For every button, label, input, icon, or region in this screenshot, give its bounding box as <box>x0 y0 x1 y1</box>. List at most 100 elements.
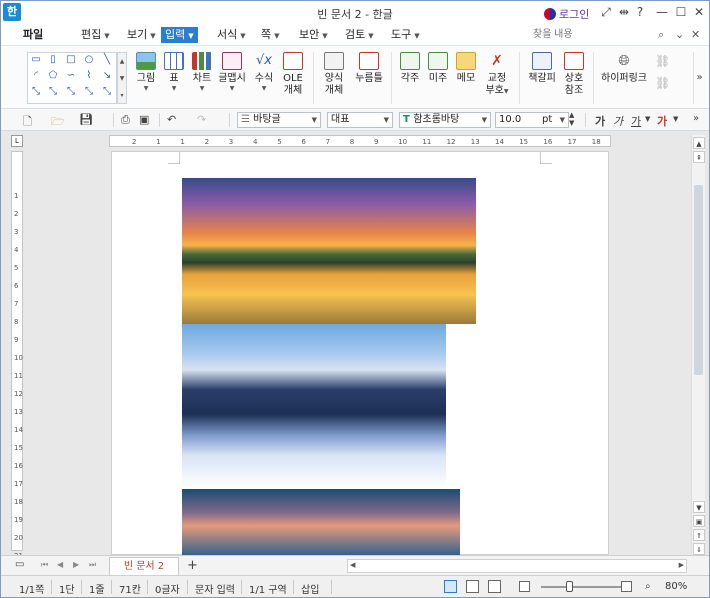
fullscreen-icon[interactable]: ⤢ <box>599 5 613 20</box>
connector-c-icon[interactable]: ⤡ <box>64 86 78 98</box>
chevron-down-icon[interactable]: ▼ <box>645 115 650 123</box>
link-icon[interactable]: ⛓ <box>655 54 670 68</box>
save-icon[interactable]: 💾︎ <box>79 113 93 126</box>
next-page-icon[interactable]: ⇓ <box>693 543 705 555</box>
insert-bookmark-button[interactable]: 책갈피 <box>525 52 559 85</box>
status-insert-mode[interactable]: 삽입 <box>301 581 319 596</box>
next-tab-icon[interactable]: ▶ <box>73 560 79 569</box>
arrow-line-shape-icon[interactable]: ↘ <box>100 70 114 82</box>
connector-b-icon[interactable]: ⤡ <box>46 86 60 98</box>
curve-shape-icon[interactable]: ∽ <box>64 70 78 82</box>
arc-shape-icon[interactable]: ◜ <box>29 70 43 82</box>
textbox-shape-icon[interactable]: ▭ <box>29 54 43 66</box>
line-shape-icon[interactable]: ╲ <box>100 54 114 66</box>
connector-shape-icon[interactable]: ⌇ <box>82 70 96 82</box>
prev-page-icon[interactable]: ⇑ <box>693 529 705 541</box>
horizontal-ruler[interactable]: 2 1 1 2 3 4 5 6 7 8 9 10 11 12 13 14 15 16 17 18 <box>109 135 611 147</box>
insert-chart-button[interactable]: 차트 ▼ <box>189 52 215 93</box>
chevron-down-icon[interactable]: ▼ <box>673 115 678 123</box>
font-select[interactable]: T 함초롬바탕 ▼ <box>399 112 491 128</box>
vertical-scrollbar[interactable]: ▲ ⇞ ▼ ▣ ⇑ ⇓ <box>691 135 705 555</box>
login-button[interactable]: 로그인 <box>544 6 589 22</box>
close-icon[interactable]: ✕ <box>692 5 706 19</box>
connector-e-icon[interactable]: ⤡ <box>100 86 114 98</box>
insert-wordart-button[interactable]: 글맵시 ▼ <box>217 52 247 93</box>
font-size-stepper[interactable]: ▲ ▼ <box>569 111 574 127</box>
menu-security[interactable]: 보안 ▼ <box>295 27 332 43</box>
menu-edit[interactable]: 편집 ▼ <box>77 27 114 43</box>
minimize-icon[interactable]: — <box>655 5 669 19</box>
close-icon[interactable]: ✕ <box>691 28 700 41</box>
preview-icon[interactable]: ▣ <box>139 113 149 126</box>
insert-image-button[interactable]: 그림 ▼ <box>133 52 159 93</box>
pink-clouds-image[interactable] <box>182 489 460 556</box>
connector-a-icon[interactable]: ⤡ <box>29 86 43 98</box>
bold-button[interactable]: 가 <box>595 113 605 129</box>
menu-file[interactable]: 파일 <box>19 27 47 43</box>
proofread-mark-button[interactable]: ✗ 교정 부호▼ <box>481 52 513 97</box>
status-input-mode[interactable]: 문자 입력 <box>195 581 235 596</box>
menu-view[interactable]: 보기 ▼ <box>123 27 160 43</box>
vertical-textbox-shape-icon[interactable]: ▯ <box>46 54 60 66</box>
tab-list-icon[interactable]: ▭ <box>15 559 24 570</box>
vertical-scroll-thumb[interactable] <box>694 185 703 375</box>
connector-d-icon[interactable]: ⤡ <box>82 86 96 98</box>
page-view-icon[interactable]: ▣ <box>693 515 705 527</box>
zoom-slider-track[interactable] <box>541 586 621 588</box>
search-input[interactable] <box>531 27 656 43</box>
last-tab-icon[interactable]: ⏭ <box>89 560 96 570</box>
language-select[interactable]: 대표 ▼ <box>327 112 393 128</box>
toolbar-more-icon[interactable]: » <box>693 113 699 124</box>
snowy-forest-image[interactable] <box>182 324 446 488</box>
menu-format[interactable]: 서식 ▼ <box>213 27 250 43</box>
first-tab-icon[interactable]: ⏮ <box>41 560 48 570</box>
zoom-slider-handle[interactable] <box>566 581 573 592</box>
tab-blank-document-2[interactable]: 빈 문서 2 <box>109 557 179 575</box>
shapes-gallery-scroll[interactable]: ▲ ▼ ▾ <box>117 52 127 104</box>
menu-tools[interactable]: 도구 ▼ <box>387 27 424 43</box>
italic-button[interactable]: 가 <box>613 113 623 129</box>
scroll-up-icon[interactable]: ▲ <box>693 137 705 149</box>
vertical-ruler[interactable]: 123456789101112131415161718192021 <box>11 151 23 560</box>
zoom-level[interactable]: 80% <box>665 581 687 592</box>
zoom-icon[interactable]: ⌕ <box>645 581 651 592</box>
insert-footnote-button[interactable]: 각주 <box>397 52 423 85</box>
ruler-corner-button[interactable]: L <box>11 135 23 147</box>
zoom-out-icon[interactable] <box>519 581 530 592</box>
insert-table-button[interactable]: 표 ▼ <box>161 52 187 93</box>
font-color-icon[interactable]: 가 <box>657 113 667 129</box>
insert-ole-button[interactable]: OLE 개체 <box>279 52 307 97</box>
ellipse-shape-icon[interactable]: ○ <box>82 54 96 66</box>
add-tab-button[interactable]: + <box>187 558 198 573</box>
sunset-lake-image[interactable] <box>182 178 476 324</box>
horizontal-scrollbar[interactable]: ◀ ▶ <box>347 559 687 573</box>
polygon-shape-icon[interactable]: ⬠ <box>46 70 60 82</box>
undo-icon[interactable]: ↶ <box>167 113 176 126</box>
split-view-icon[interactable]: ⇹ <box>617 5 631 19</box>
search-icon[interactable]: ⌕ <box>658 28 664 42</box>
zoom-in-icon[interactable] <box>621 581 632 592</box>
font-size-input[interactable]: 10.0 pt ▼ <box>495 112 569 128</box>
cross-reference-button[interactable]: 상호 참조 <box>561 52 587 97</box>
menu-page[interactable]: 쪽 ▼ <box>257 27 284 43</box>
underline-button[interactable]: 가 <box>631 113 641 129</box>
prev-tab-icon[interactable]: ◀ <box>57 560 63 569</box>
scroll-down-icon[interactable]: ▼ <box>693 501 705 513</box>
scroll-left-icon[interactable]: ◀ <box>350 561 355 569</box>
insert-hyperlink-button[interactable]: 🌐︎ 하이퍼링크 <box>599 52 649 85</box>
menu-review[interactable]: 검토 ▼ <box>341 27 378 43</box>
width-view-icon[interactable] <box>466 580 479 593</box>
insert-memo-button[interactable]: 메모 <box>453 52 479 85</box>
scroll-right-icon[interactable]: ▶ <box>679 561 684 569</box>
help-icon[interactable]: ? <box>633 5 647 19</box>
scroll-top-icon[interactable]: ⇞ <box>693 151 705 163</box>
rectangle-shape-icon[interactable]: □ <box>64 54 78 66</box>
insert-field-button[interactable]: 누름틀 <box>353 52 385 85</box>
chevron-down-icon[interactable]: ⌄ <box>675 28 684 41</box>
page-layout-view-icon[interactable] <box>444 580 457 593</box>
new-document-icon[interactable]: 🗋 <box>23 113 32 132</box>
menu-insert[interactable]: 입력 ▼ <box>161 27 198 43</box>
full-page-view-icon[interactable] <box>488 580 501 593</box>
link-icon[interactable]: ⛓ <box>655 76 670 90</box>
insert-formula-button[interactable]: √x 수식 ▼ <box>251 52 277 93</box>
